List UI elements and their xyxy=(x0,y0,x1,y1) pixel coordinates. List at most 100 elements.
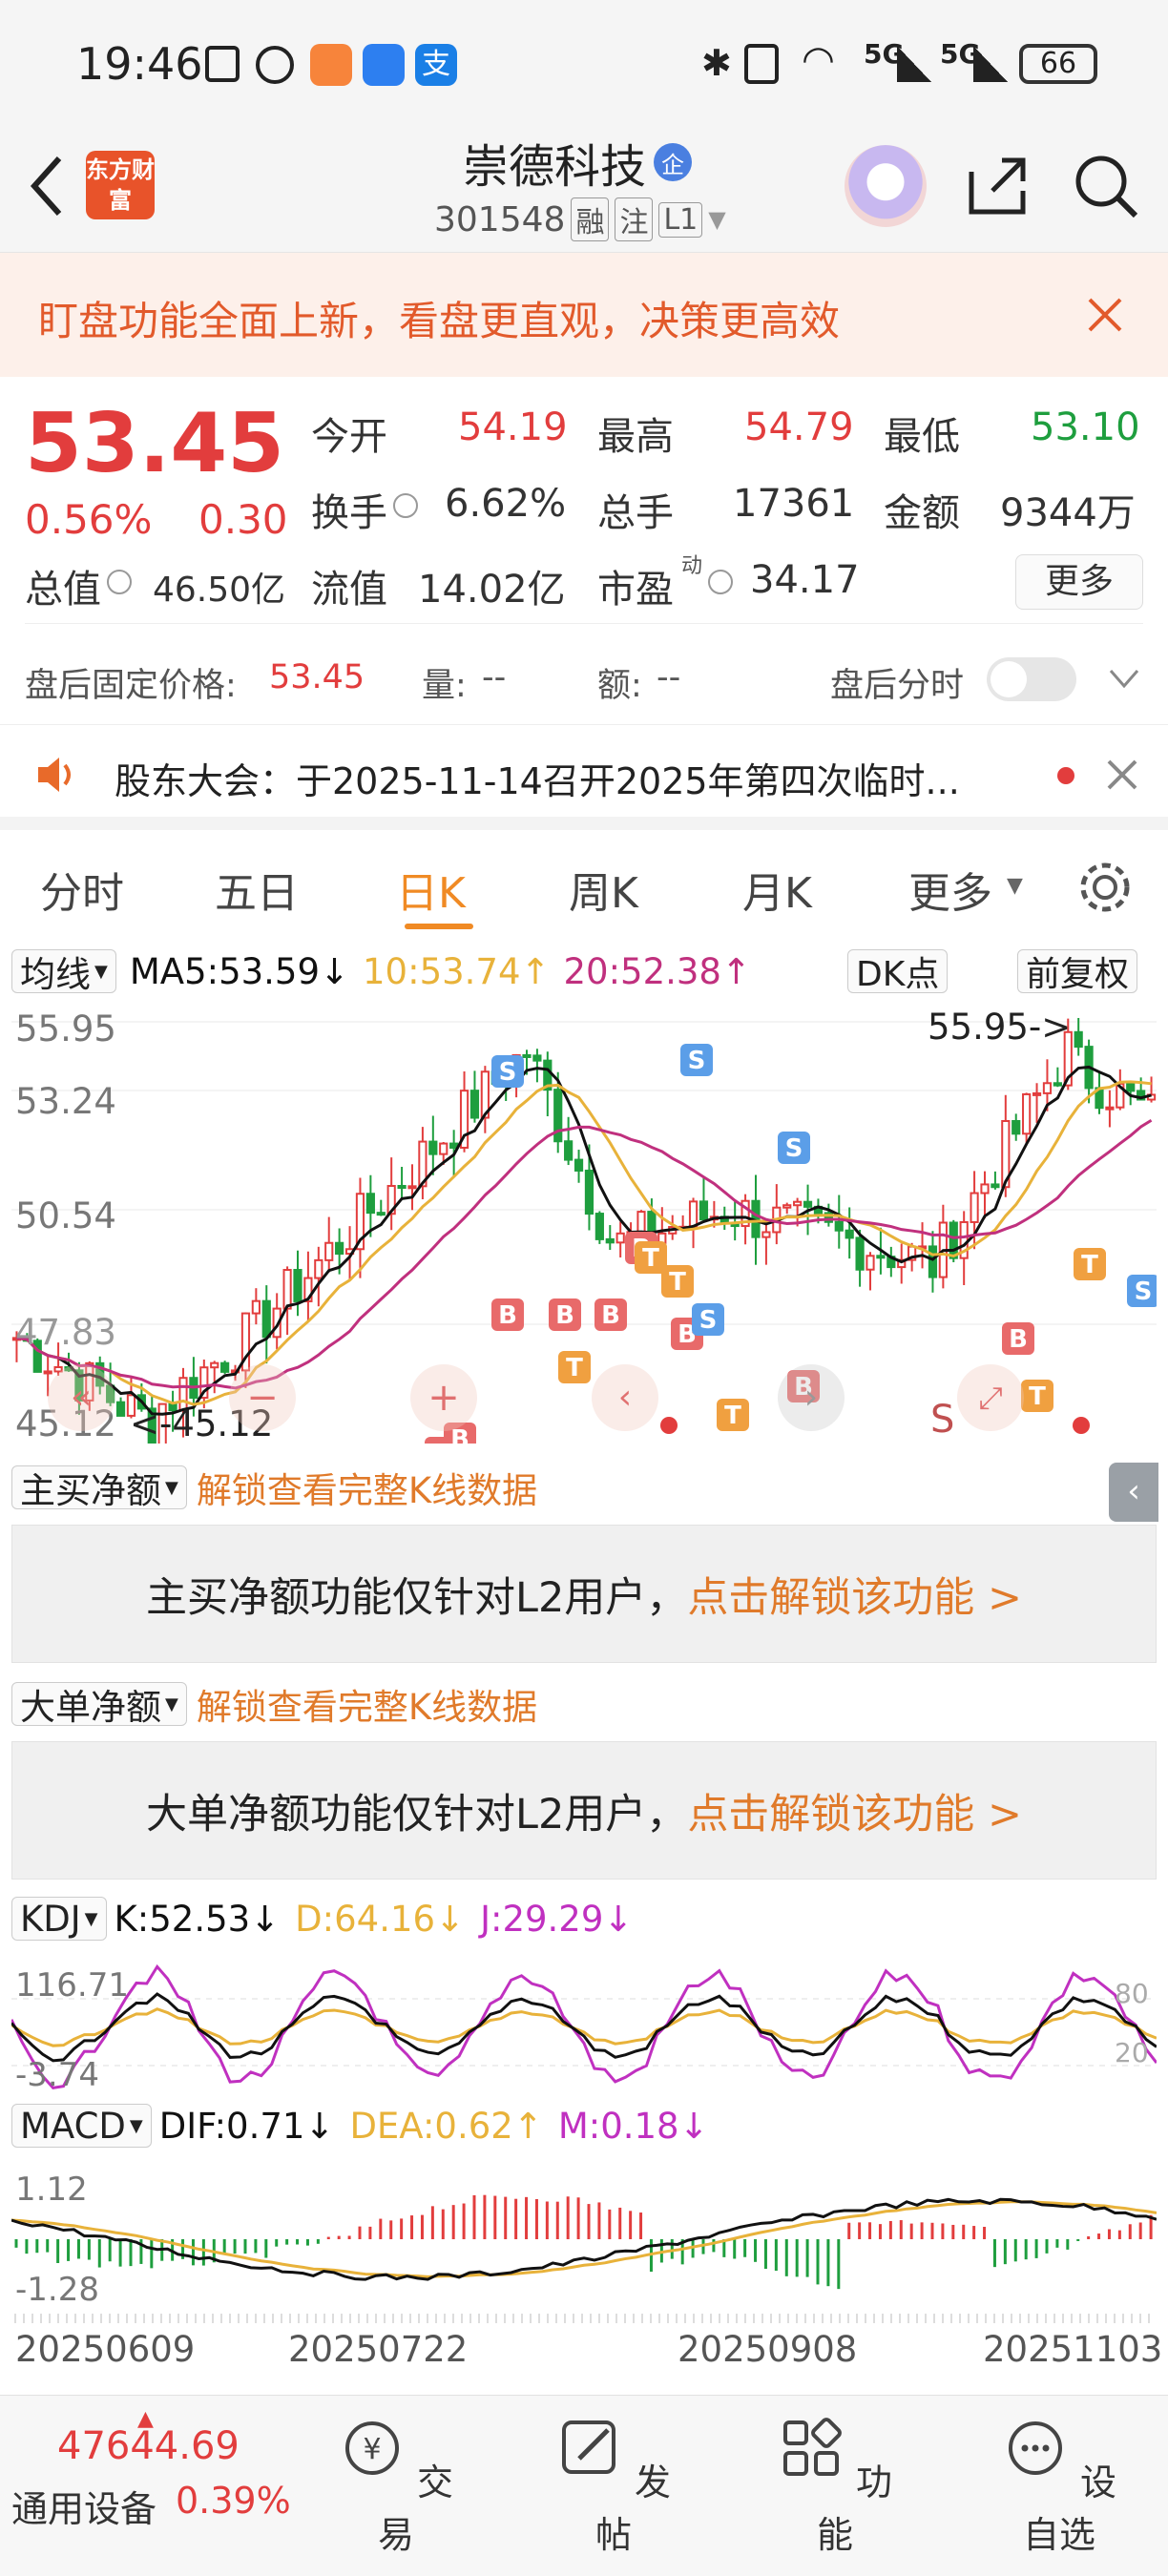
tab-weekly-k[interactable]: 周K xyxy=(569,859,638,920)
back-icon[interactable] xyxy=(27,153,65,219)
kdj-selector[interactable]: KDJ ▼ xyxy=(11,1897,107,1941)
close-icon[interactable] xyxy=(1105,758,1139,792)
big-order-selector[interactable]: 大单净额 ▼ xyxy=(11,1682,187,1728)
dropdown-caret-icon[interactable]: ▼ xyxy=(708,206,725,233)
chevron-down-icon[interactable] xyxy=(1107,665,1141,694)
zoom-in-icon[interactable]: + xyxy=(410,1364,477,1431)
kdj-y-bottom: -3.74 xyxy=(15,2056,99,2094)
notice-bar[interactable]: 股东大会：于2025-11-14召开2025年第四次临时... xyxy=(0,725,1168,830)
candle-body xyxy=(866,1255,875,1271)
kdj-chart[interactable] xyxy=(11,1961,1157,2094)
after-hours-toggle[interactable] xyxy=(987,657,1076,701)
signal-marker-b-label: B xyxy=(1009,1325,1028,1354)
candle-body xyxy=(522,1053,532,1058)
info-icon[interactable] xyxy=(708,570,733,594)
candle-body xyxy=(949,1221,958,1259)
main-buy-lock-panel[interactable]: 主买净额功能仅针对L2用户， 点击解锁该功能 > xyxy=(11,1525,1157,1663)
period-tabs: 分时 五日 日K 周K 月K 更多 ▼ xyxy=(0,840,1168,935)
signal-marker-t-label: T xyxy=(1029,1382,1046,1411)
info-icon[interactable] xyxy=(107,570,132,594)
stock-title: 崇德科技 xyxy=(463,140,647,194)
big-order-lock-link[interactable]: 点击解锁该功能 > xyxy=(687,1781,1022,1840)
candle-body xyxy=(1053,1082,1062,1087)
status-bar: 19:46 支 ✱ ◠ 5G 5G 66 xyxy=(0,0,1168,124)
big-order-unlock-link[interactable]: 解锁查看完整K线数据 xyxy=(197,1678,537,1730)
zoom-out-icon[interactable]: − xyxy=(229,1364,296,1431)
candle-body xyxy=(469,1090,480,1119)
candle-body xyxy=(1074,1030,1083,1049)
dk-point-button[interactable]: DK点 xyxy=(847,949,949,994)
info-icon[interactable] xyxy=(393,493,418,518)
unread-dot xyxy=(1057,767,1074,784)
big-order-selector-label: 大单净额 xyxy=(20,1687,161,1728)
bluetooth-icon: ✱ xyxy=(701,42,732,84)
signal-marker-s-label: S xyxy=(699,1306,718,1335)
app-icon-alipay: 支 xyxy=(415,44,457,86)
stock-code: 301548 xyxy=(434,199,566,239)
main-buy-lock-link[interactable]: 点击解锁该功能 > xyxy=(687,1565,1022,1624)
y-label-2: 53.24 xyxy=(15,1081,116,1122)
after-amount-label: 额: xyxy=(597,667,642,705)
candle-body xyxy=(532,1054,542,1062)
candle-body xyxy=(1012,1119,1021,1135)
gear-icon[interactable] xyxy=(1076,859,1134,916)
big-order-lock-panel[interactable]: 大单净额功能仅针对L2用户， 点击解锁该功能 > xyxy=(11,1741,1157,1880)
candle-body xyxy=(282,1269,292,1310)
tab-monthly-k[interactable]: 月K xyxy=(742,859,812,920)
fullscreen-icon[interactable]: ⤢ xyxy=(957,1364,1024,1431)
close-icon[interactable] xyxy=(1086,296,1124,334)
caret-down-icon[interactable]: ▼ xyxy=(1007,874,1023,898)
candle-body xyxy=(834,1220,844,1232)
main-buy-selector[interactable]: 主买净额 ▼ xyxy=(11,1465,187,1511)
candle-body xyxy=(594,1213,604,1240)
more-dots-icon xyxy=(1008,2421,1062,2475)
adjust-button[interactable]: 前复权 xyxy=(1017,949,1138,994)
tab-daily-k[interactable]: 日K xyxy=(396,859,466,920)
index-value: 47644.69 xyxy=(57,2424,240,2468)
high-label: 最高 xyxy=(597,415,674,459)
ma20-value: 20:52.38↑ xyxy=(563,950,751,992)
scroll-right-icon[interactable]: › xyxy=(778,1364,845,1431)
app-logo[interactable]: 东方财富 xyxy=(86,151,155,219)
quote-panel: 53.45 0.56% 0.30 今开 54.19 最高 54.79 最低 53… xyxy=(0,377,1168,725)
app-icon-taobao xyxy=(310,44,352,86)
volume-value: 17361 xyxy=(733,482,855,526)
share-icon[interactable] xyxy=(964,153,1031,219)
index-name: 通用设备 xyxy=(11,2488,157,2530)
nav-trade[interactable]: ¥ 交易 xyxy=(329,2415,463,2558)
kline-chart-area: 均线 ▼ MA5:53.59↓ 10:53.74↑ 20:52.38↑ DK点 前… xyxy=(0,940,1168,2371)
candle-body xyxy=(980,1183,990,1195)
candle-body xyxy=(449,1142,459,1149)
candle-body xyxy=(115,1401,126,1417)
candle-body xyxy=(574,1158,584,1172)
nav-function[interactable]: 功能 xyxy=(768,2415,902,2558)
candle-body xyxy=(210,1361,219,1369)
macd-chart[interactable] xyxy=(11,2168,1157,2311)
macd-y-top: 1.12 xyxy=(15,2171,88,2209)
robot-avatar-icon[interactable] xyxy=(845,145,927,227)
ma-selector[interactable]: 均线 ▼ xyxy=(11,949,116,995)
open-label: 今开 xyxy=(311,415,387,459)
signal-bars-icon-2 xyxy=(973,46,1008,82)
promo-banner[interactable]: 盯盘功能全面上新，看盘更直观，决策更高效 xyxy=(0,253,1168,377)
signal-marker-b-label: B xyxy=(555,1301,574,1330)
scroll-left-icon[interactable]: ‹ xyxy=(592,1364,658,1431)
main-buy-unlock-link[interactable]: 解锁查看完整K线数据 xyxy=(197,1462,537,1513)
date-label-1: 20250609 xyxy=(15,2329,196,2370)
ma20-line xyxy=(16,1118,1153,1390)
tab-five-day[interactable]: 五日 xyxy=(215,859,299,920)
caret-down-icon: ▼ xyxy=(165,1693,178,1714)
candle-body xyxy=(407,1185,417,1190)
notice-text: 股东大会：于2025-11-14召开2025年第四次临时... xyxy=(115,760,960,802)
macd-selector[interactable]: MACD ▼ xyxy=(11,2104,152,2148)
more-button[interactable]: 更多 xyxy=(1015,554,1143,610)
collapse-panel-icon[interactable]: ‹ xyxy=(1109,1463,1158,1522)
tab-more[interactable]: 更多 xyxy=(908,859,992,920)
scroll-left-fast-icon[interactable]: « xyxy=(48,1364,115,1431)
search-icon[interactable] xyxy=(1071,151,1141,221)
tab-intraday[interactable]: 分时 xyxy=(40,859,124,920)
candle-body xyxy=(876,1255,886,1259)
open-value: 54.19 xyxy=(458,405,568,449)
nav-post[interactable]: 发帖 xyxy=(547,2415,680,2558)
nav-add-watchlist[interactable]: 设自选 xyxy=(992,2415,1126,2558)
